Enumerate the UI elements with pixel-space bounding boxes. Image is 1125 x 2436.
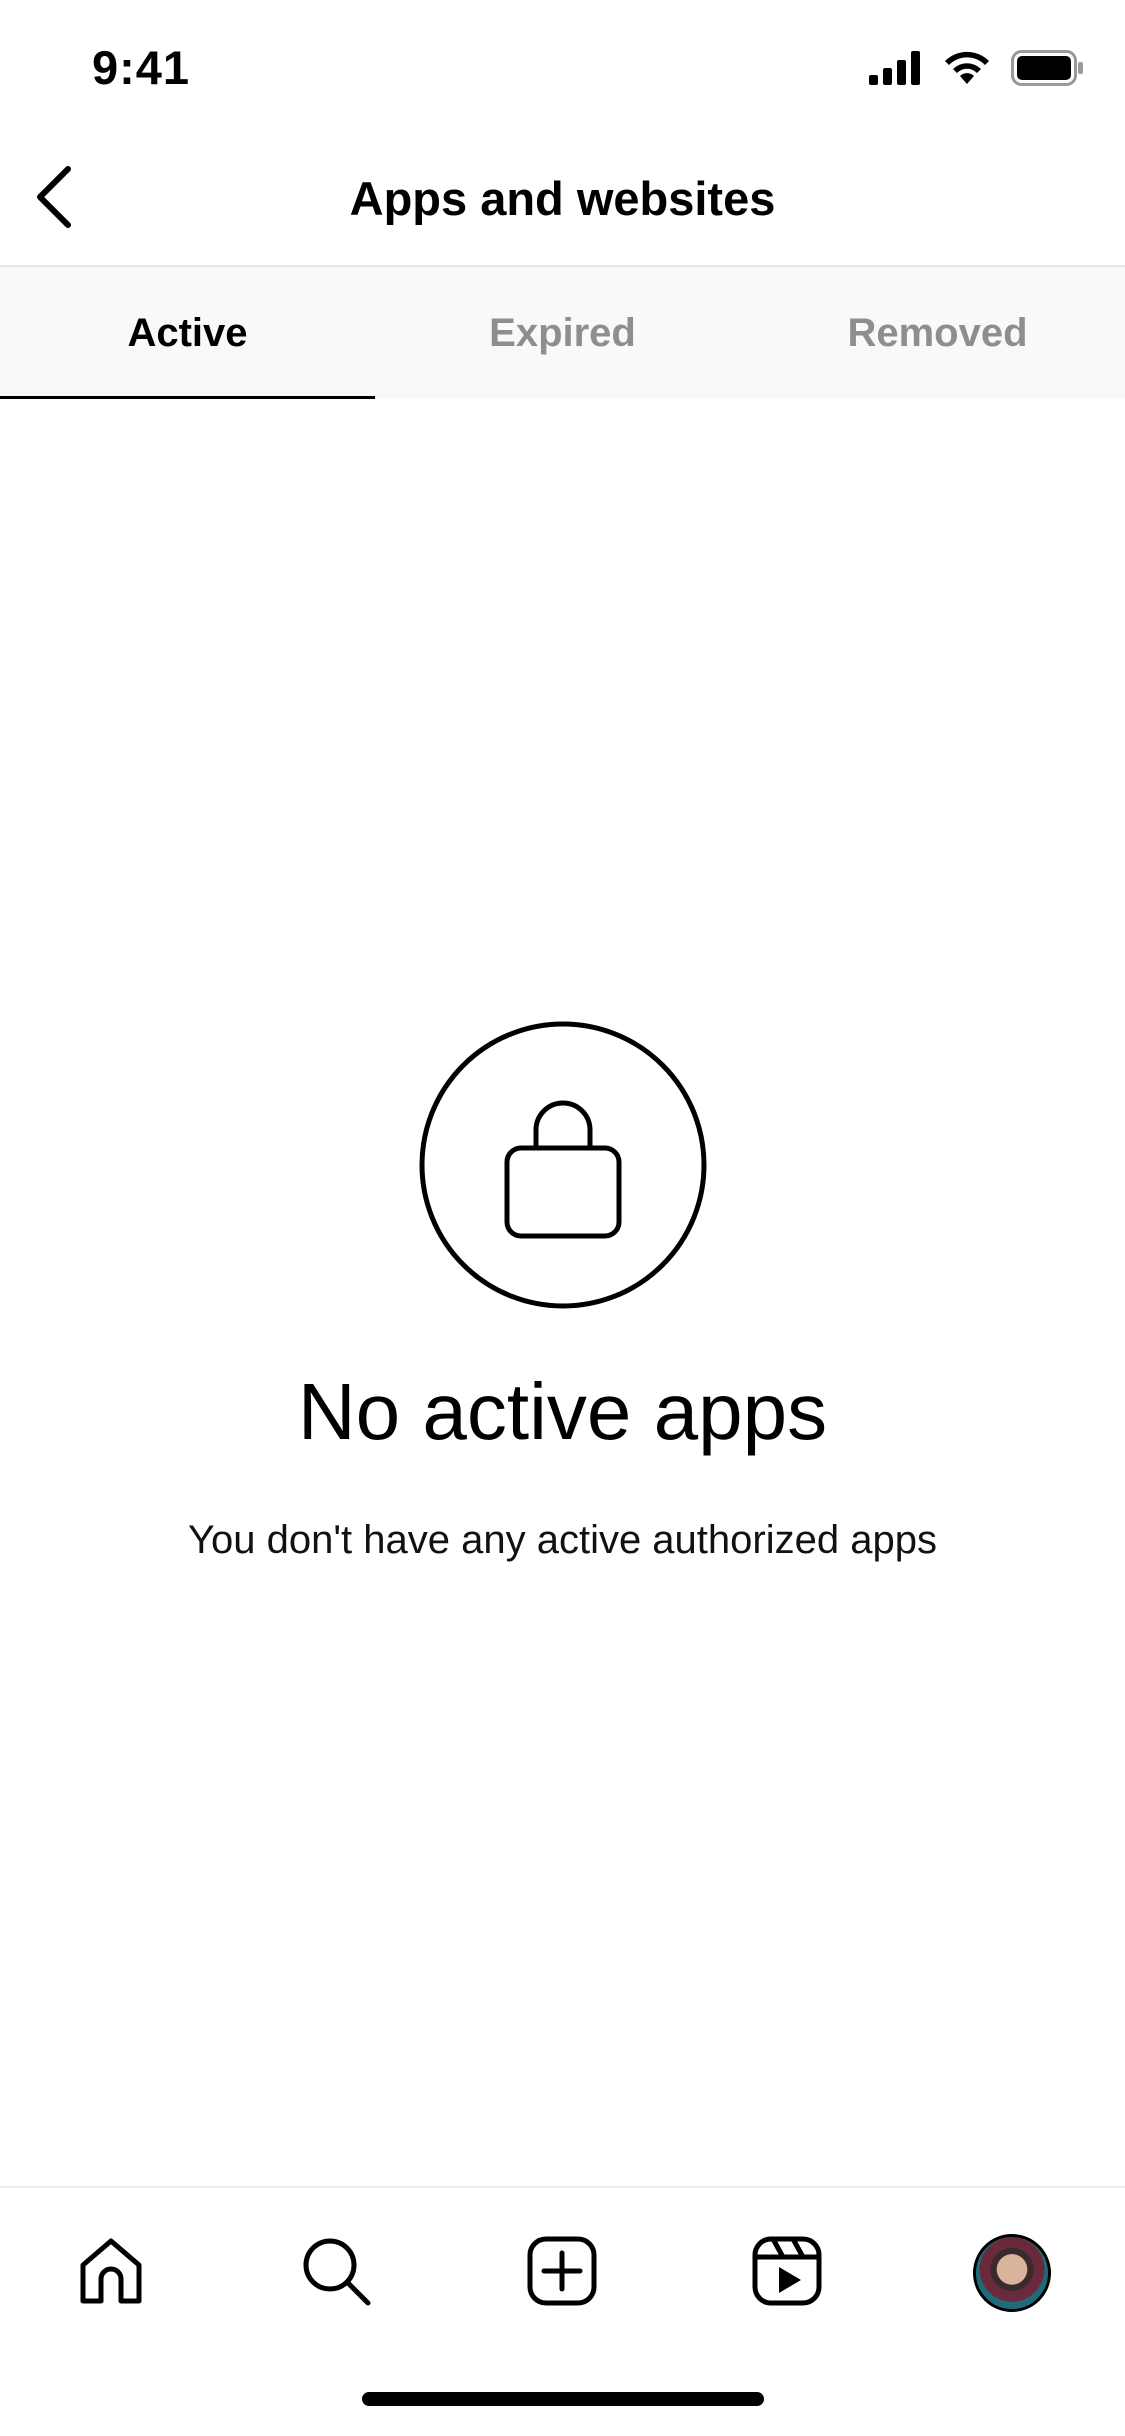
tab-active[interactable]: Active xyxy=(0,267,375,399)
home-tab[interactable] xyxy=(66,2228,156,2318)
status-time: 9:41 xyxy=(92,41,191,94)
home-icon xyxy=(75,2235,147,2312)
tab-removed[interactable]: Removed xyxy=(750,267,1125,399)
home-indicator xyxy=(362,2392,764,2406)
tab-expired[interactable]: Expired xyxy=(375,267,750,399)
reels-tab[interactable] xyxy=(742,2228,832,2318)
status-icons xyxy=(869,49,1085,91)
create-tab[interactable] xyxy=(517,2228,607,2318)
empty-state-title: No active apps xyxy=(297,1367,828,1456)
wifi-icon xyxy=(943,50,991,91)
page-title: Apps and websites xyxy=(349,172,776,225)
profile-avatar xyxy=(973,2234,1051,2312)
lock-icon xyxy=(0,1020,1125,1310)
tab-bar: Active Expired Removed xyxy=(0,267,1125,399)
status-bar: 9:41 xyxy=(0,0,1125,135)
profile-tab[interactable] xyxy=(967,2228,1057,2318)
empty-state-subtitle: You don't have any active authorized app… xyxy=(188,1518,937,1562)
create-post-icon xyxy=(526,2235,598,2312)
cellular-signal-icon xyxy=(869,50,923,90)
reels-icon xyxy=(751,2235,823,2312)
search-tab[interactable] xyxy=(291,2228,381,2318)
battery-icon xyxy=(1011,49,1085,91)
search-icon xyxy=(300,2235,372,2312)
empty-state: No active apps You don't have any active… xyxy=(0,1020,1125,1560)
nav-header: Apps and websites xyxy=(0,135,1125,267)
